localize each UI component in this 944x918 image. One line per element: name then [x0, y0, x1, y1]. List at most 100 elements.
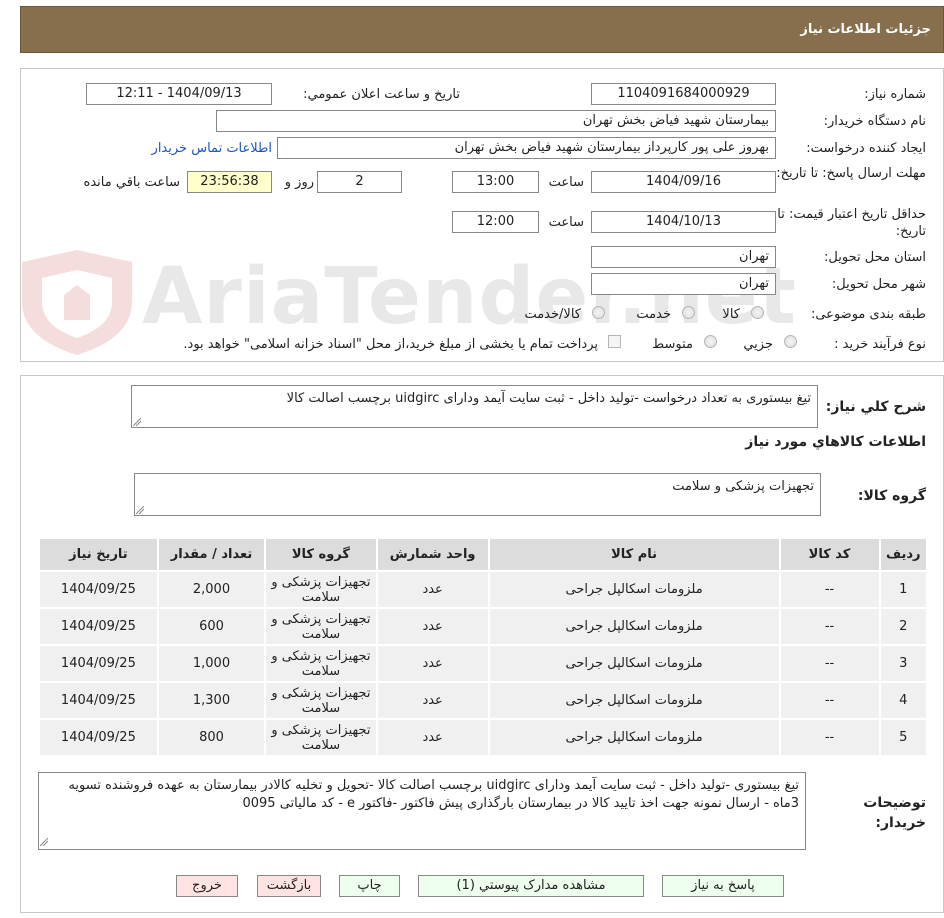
cell-date: 1404/09/25 [38, 607, 159, 646]
col-code: کد کالا [778, 537, 881, 572]
goods-section-title: اطلاعات کالاهاي مورد نیاز [745, 434, 926, 450]
cell-code: -- [778, 681, 881, 720]
buyer-notes-textarea[interactable]: تیغ بیستوری -تولید داخل - ثبت سایت آیمد … [38, 772, 806, 850]
cell-name: ملزومات اسکالپل جراحی [487, 570, 781, 609]
purchase-partial-radio[interactable] [784, 335, 797, 348]
exit-button[interactable]: خروج [176, 875, 238, 897]
summary-text: تیغ بیستوری به تعداد درخواست -تولید داخل… [286, 391, 811, 406]
price-validity-date-field: 1404/10/13 [591, 211, 776, 233]
cell-code: -- [778, 570, 881, 609]
province-field: تهران [591, 246, 776, 268]
cell-date: 1404/09/25 [38, 644, 159, 683]
cell-code: -- [778, 607, 881, 646]
cell-row: 4 [878, 681, 928, 720]
table-header-row: ردیف کد کالا نام کالا واحد شمارش گروه کا… [38, 537, 928, 572]
purchase-medium-radio[interactable] [704, 335, 717, 348]
treasury-checkbox[interactable] [608, 335, 621, 348]
cell-name: ملزومات اسکالپل جراحی [487, 718, 781, 757]
need-number-field: 1104091684000929 [591, 83, 776, 105]
announce-label: تاریخ و ساعت اعلان عمومي: [303, 87, 460, 102]
cell-row: 2 [878, 607, 928, 646]
col-group: گروه کالا [264, 537, 378, 572]
cell-unit: عدد [375, 607, 490, 646]
col-row: ردیف [878, 537, 928, 572]
summary-textarea[interactable]: تیغ بیستوری به تعداد درخواست -تولید داخل… [131, 385, 818, 428]
category-goods-service-label: کالا/خدمت [524, 307, 581, 322]
table-row: 4 -- ملزومات اسکالپل جراحی عدد تجهیزات پ… [38, 681, 928, 720]
cell-group: تجهیزات پزشکی و سلامت [264, 718, 378, 757]
cell-unit: عدد [375, 681, 490, 720]
resize-grip-icon[interactable] [40, 838, 48, 846]
col-date: تاریخ نیاز [38, 537, 159, 572]
price-validity-label: حداقل تاریخ اعتبار قیمت: تا تاریخ: [777, 207, 926, 239]
cell-qty: 2,000 [156, 570, 267, 609]
table-row: 3 -- ملزومات اسکالپل جراحی عدد تجهیزات پ… [38, 644, 928, 683]
buyer-notes-label: توضیحات خریدار: [863, 795, 926, 831]
purchase-type-label: نوع فرآیند خرید : [834, 337, 926, 352]
resize-grip-icon[interactable] [136, 506, 144, 514]
cell-group: تجهیزات پزشکی و سلامت [264, 570, 378, 609]
reply-days-label: روز و [284, 175, 314, 190]
summary-label: شرح کلي نیاز: [825, 399, 926, 415]
cell-qty: 1,000 [156, 644, 267, 683]
cell-unit: عدد [375, 644, 490, 683]
cell-qty: 1,300 [156, 681, 267, 720]
goods-group-text: تجهیزات پزشکی و سلامت [672, 479, 814, 494]
category-goods-label: کالا [722, 307, 740, 322]
cell-name: ملزومات اسکالپل جراحی [487, 607, 781, 646]
requester-label: ایجاد کننده درخواست: [806, 141, 926, 156]
reply-button[interactable]: پاسخ به نیاز [662, 875, 784, 897]
province-label: استان محل تحویل: [824, 250, 926, 265]
category-goods-service-radio[interactable] [592, 306, 605, 319]
goods-table: ردیف کد کالا نام کالا واحد شمارش گروه کا… [38, 537, 928, 757]
cell-name: ملزومات اسکالپل جراحی [487, 681, 781, 720]
reply-time-field: 13:00 [452, 171, 539, 193]
col-name: نام کالا [487, 537, 781, 572]
page-title: جزئیات اطلاعات نیاز [800, 22, 931, 37]
buyer-notes-text: تیغ بیستوری -تولید داخل - ثبت سایت آیمد … [68, 778, 799, 811]
goods-group-textarea[interactable]: تجهیزات پزشکی و سلامت [134, 473, 821, 516]
purchase-medium-label: متوسط [652, 337, 693, 352]
goods-group-label: گروه کالا: [857, 488, 926, 504]
buyer-org-label: نام دستگاه خریدار: [823, 114, 926, 129]
cell-date: 1404/09/25 [38, 681, 159, 720]
category-goods-radio[interactable] [751, 306, 764, 319]
cell-unit: عدد [375, 570, 490, 609]
need-number-label: شماره نیاز: [864, 87, 926, 102]
announce-field: 1404/09/13 - 12:11 [86, 83, 272, 105]
requester-field: بهروز علی پور کارپرداز بیمارستان شهید فی… [277, 137, 776, 159]
table-row: 5 -- ملزومات اسکالپل جراحی عدد تجهیزات پ… [38, 718, 928, 757]
category-label: طبقه بندی موضوعی: [810, 307, 926, 322]
resize-grip-icon[interactable] [133, 418, 141, 426]
table-row: 1 -- ملزومات اسکالپل جراحی عدد تجهیزات پ… [38, 570, 928, 609]
col-qty: تعداد / مقدار [156, 537, 267, 572]
page-header: جزئیات اطلاعات نیاز [20, 6, 944, 53]
cell-unit: عدد [375, 718, 490, 757]
reply-deadline-label: مهلت ارسال پاسخ: تا تاریخ: [776, 166, 926, 181]
cell-row: 5 [878, 718, 928, 757]
cell-row: 3 [878, 644, 928, 683]
purchase-partial-label: جزیي [743, 337, 773, 352]
buyer-contact-link[interactable]: اطلاعات تماس خریدار [152, 141, 272, 156]
cell-code: -- [778, 644, 881, 683]
reply-time-label: ساعت [548, 175, 584, 190]
back-button[interactable]: بازگشت [257, 875, 321, 897]
print-button[interactable]: چاپ [339, 875, 400, 897]
cell-group: تجهیزات پزشکی و سلامت [264, 681, 378, 720]
table-row: 2 -- ملزومات اسکالپل جراحی عدد تجهیزات پ… [38, 607, 928, 646]
reply-date-field: 1404/09/16 [591, 171, 776, 193]
treasury-note: پرداخت تمام یا بخشی از مبلغ خرید،از محل … [183, 337, 598, 352]
cell-date: 1404/09/25 [38, 718, 159, 757]
cell-date: 1404/09/25 [38, 570, 159, 609]
cell-group: تجهیزات پزشکی و سلامت [264, 607, 378, 646]
remaining-time-field: 23:56:38 [187, 171, 272, 193]
price-validity-time-field: 12:00 [452, 211, 539, 233]
cell-code: -- [778, 718, 881, 757]
cell-qty: 600 [156, 607, 267, 646]
remaining-time-label: ساعت باقي مانده [83, 175, 180, 190]
cell-name: ملزومات اسکالپل جراحی [487, 644, 781, 683]
reply-days-field: 2 [317, 171, 402, 193]
category-service-radio[interactable] [682, 306, 695, 319]
view-attachments-button[interactable]: مشاهده مدارک پیوستي (1) [418, 875, 644, 897]
city-label: شهر محل تحویل: [831, 277, 926, 292]
